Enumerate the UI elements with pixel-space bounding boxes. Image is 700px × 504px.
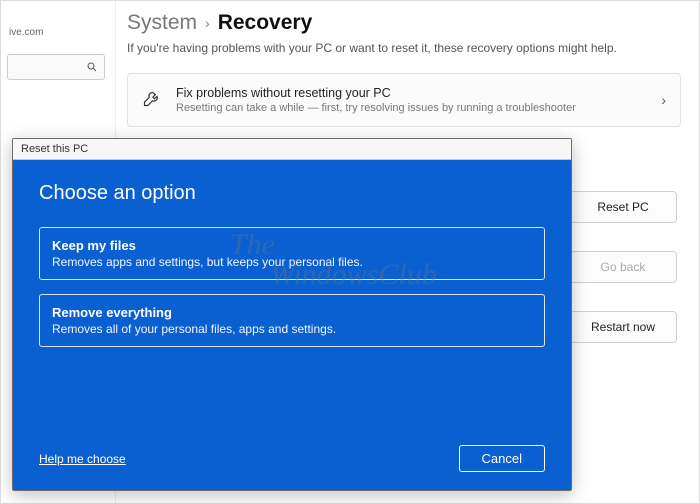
go-back-button[interactable]: Go back bbox=[569, 251, 677, 283]
chevron-right-icon: › bbox=[661, 92, 666, 108]
option-desc: Removes all of your personal files, apps… bbox=[52, 322, 532, 336]
fix-card-text: Fix problems without resetting your PC R… bbox=[176, 86, 576, 114]
restart-now-button[interactable]: Restart now bbox=[569, 311, 677, 343]
breadcrumb: System › Recovery bbox=[127, 11, 681, 35]
option-title: Keep my files bbox=[52, 238, 532, 253]
fix-problems-card[interactable]: Fix problems without resetting your PC R… bbox=[127, 73, 681, 127]
recovery-action-buttons: Reset PC Go back Restart now bbox=[569, 191, 677, 343]
dialog-window-title: Reset this PC bbox=[13, 139, 571, 160]
dialog-footer: Help me choose Cancel bbox=[39, 445, 545, 472]
fix-card-desc: Resetting can take a while — first, try … bbox=[176, 102, 576, 114]
dialog-heading: Choose an option bbox=[39, 182, 545, 205]
cancel-button[interactable]: Cancel bbox=[459, 445, 545, 472]
chevron-right-icon: › bbox=[205, 15, 210, 31]
account-email-fragment: ive.com bbox=[9, 27, 109, 38]
page-title: Recovery bbox=[218, 11, 313, 35]
option-keep-my-files[interactable]: Keep my files Removes apps and settings,… bbox=[39, 227, 545, 280]
wrench-icon bbox=[142, 88, 162, 113]
breadcrumb-parent[interactable]: System bbox=[127, 11, 197, 35]
reset-pc-dialog: Reset this PC Choose an option Keep my f… bbox=[12, 138, 572, 491]
search-input[interactable] bbox=[7, 54, 105, 80]
main-content: System › Recovery If you're having probl… bbox=[127, 11, 681, 127]
option-title: Remove everything bbox=[52, 305, 532, 320]
option-desc: Removes apps and settings, but keeps you… bbox=[52, 255, 532, 269]
help-me-choose-link[interactable]: Help me choose bbox=[39, 452, 126, 466]
page-intro: If you're having problems with your PC o… bbox=[127, 41, 681, 55]
option-remove-everything[interactable]: Remove everything Removes all of your pe… bbox=[39, 294, 545, 347]
fix-card-title: Fix problems without resetting your PC bbox=[176, 86, 576, 100]
reset-pc-button[interactable]: Reset PC bbox=[569, 191, 677, 223]
dialog-body: Choose an option Keep my files Removes a… bbox=[13, 160, 571, 490]
search-icon bbox=[86, 61, 98, 73]
